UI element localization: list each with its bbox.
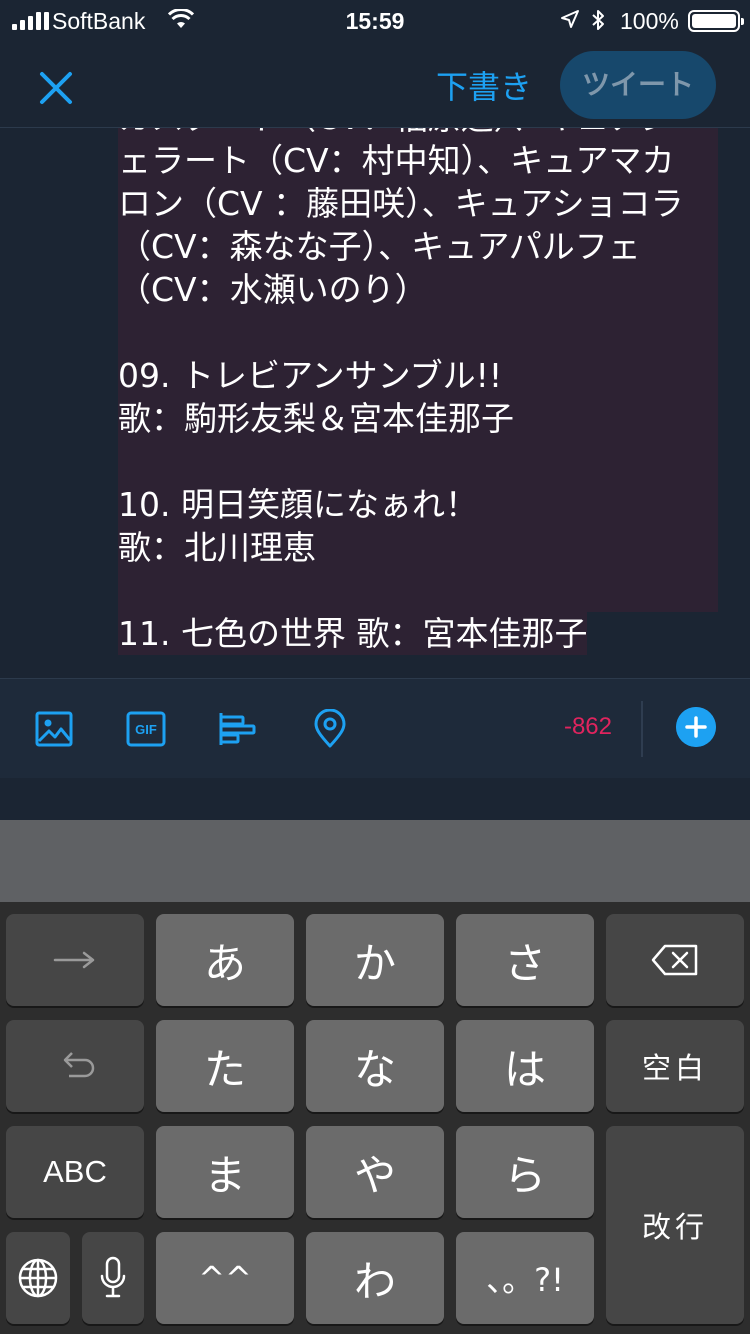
microphone-icon [100,1256,126,1298]
key-ra[interactable]: ら [456,1126,594,1218]
add-tweet-icon[interactable] [676,707,716,747]
dictation-key[interactable] [82,1232,144,1324]
character-counter: -862 [563,713,613,740]
delete-key[interactable] [606,914,744,1006]
arrow-right-icon [53,951,95,969]
battery-percent: 100% [620,8,679,34]
punctuation-key[interactable]: 、。?! [456,1232,594,1324]
keyboard-suggestion-bar [0,820,750,902]
text-line: 09. トレビアンサンブル!! [118,354,718,397]
text-line [118,440,718,483]
text-line: 歌：駒形友梨＆宮本佳那子 [118,397,718,440]
text-line [118,311,718,354]
text-line: 11. 七色の世界 歌：宮本佳那子 [118,612,588,655]
compose-header: 下書き ツイート [0,40,750,128]
text-line [118,569,718,612]
tweet-text[interactable]: カスタード（CV：福原遥）、キュアジ ェラート（CV：村中知）、キュアマカ ロン… [118,128,718,655]
key-na[interactable]: な [306,1020,444,1112]
globe-icon [18,1258,58,1298]
space-key[interactable]: 空白 [606,1020,744,1112]
key-ma[interactable]: ま [156,1126,294,1218]
text-line: ロン（CV ：藤田咲）、キュアショコラ [118,182,718,225]
japanese-kana-keyboard: あ か さ た な は 空白 ABC ま や ら 改行 ^^ わ 、。?! [0,902,750,1334]
text-line: 10. 明日笑顔になぁれ！ [118,483,718,526]
drafts-button[interactable]: 下書き [436,62,532,108]
emoticon-key[interactable]: ^^ [156,1232,294,1324]
text-line: カスタード（CV：福原遥）、キュアジ [118,128,718,139]
key-a[interactable]: あ [156,914,294,1006]
cursor-right-key[interactable] [6,914,144,1006]
key-ha[interactable]: は [456,1020,594,1112]
bluetooth-icon [592,10,604,30]
poll-icon[interactable] [218,709,258,749]
globe-key[interactable] [6,1232,70,1324]
text-line: ェラート（CV：村中知）、キュアマカ [118,139,718,182]
key-wa[interactable]: わ [306,1232,444,1324]
text-line: 歌：北川理恵 [118,526,718,569]
location-arrow-icon [561,10,579,28]
key-ya[interactable]: や [306,1126,444,1218]
return-key[interactable]: 改行 [606,1126,744,1324]
text-line: （CV：森なな子）、キュアパルフェ [118,225,718,268]
tweet-compose-area[interactable]: カスタード（CV：福原遥）、キュアジ ェラート（CV：村中知）、キュアマカ ロン… [0,128,750,678]
location-pin-icon[interactable] [310,709,350,749]
undo-key[interactable] [6,1020,144,1112]
status-bar: SoftBank 15:59 100% [0,0,750,40]
backspace-icon [651,944,698,976]
gif-label: GIF [135,722,157,737]
abc-mode-key[interactable]: ABC [6,1126,144,1218]
key-ka[interactable]: か [306,914,444,1006]
key-ta[interactable]: た [156,1020,294,1112]
gif-icon[interactable]: GIF [126,709,166,749]
toolbar-spacer [0,778,750,820]
image-icon[interactable] [34,709,74,749]
text-line: （CV：水瀬いのり） [118,268,718,311]
undo-icon [63,1052,95,1078]
key-sa[interactable]: さ [456,914,594,1006]
toolbar-divider [641,701,643,757]
tweet-button[interactable]: ツイート [560,51,716,119]
compose-toolbar: GIF -862 [0,678,750,778]
close-icon[interactable] [34,66,78,110]
battery-icon [688,10,744,32]
